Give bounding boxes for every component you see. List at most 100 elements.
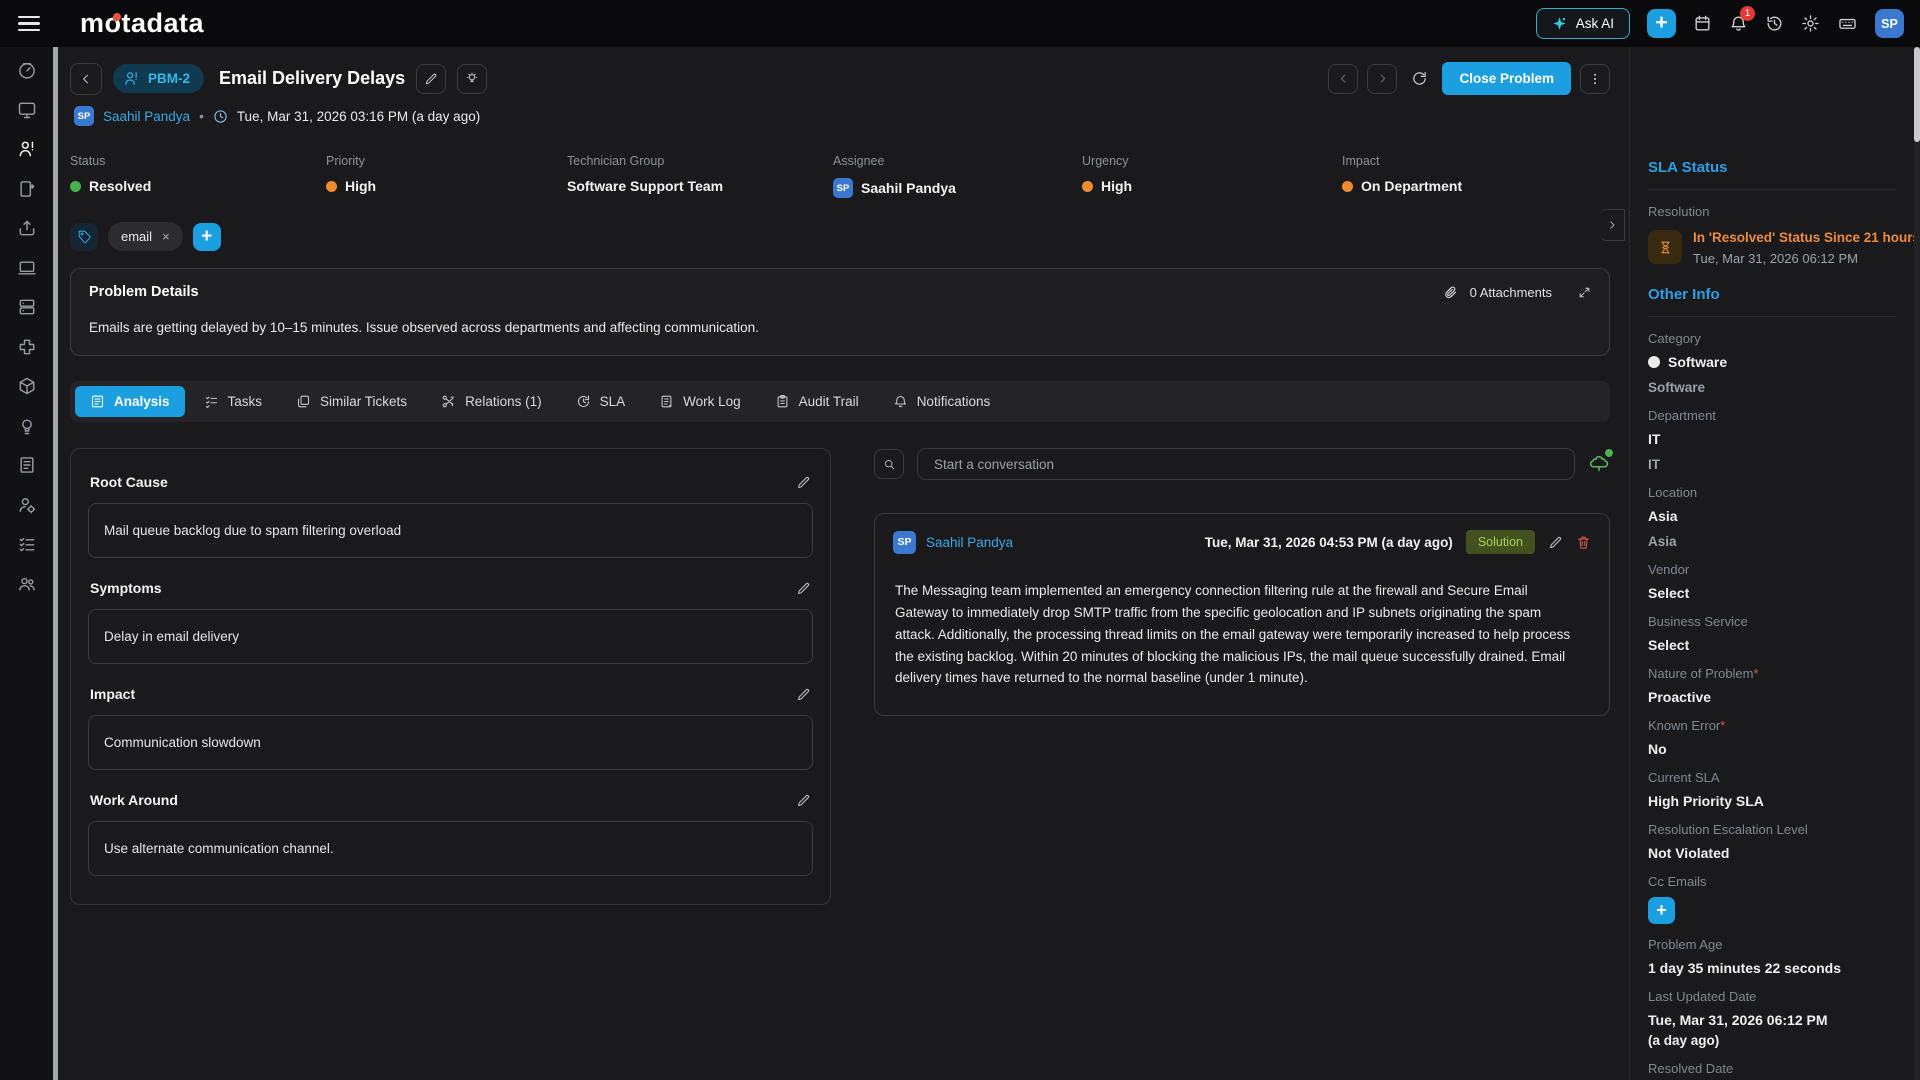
root-cause-value[interactable]: Mail queue backlog due to spam filtering… — [88, 503, 813, 558]
clock-icon — [213, 109, 228, 124]
ticket-id-badge[interactable]: PBM-2 — [113, 64, 204, 93]
top-navbar: motadata Ask AI + 1 SP — [0, 0, 1920, 47]
dashboard-icon[interactable] — [17, 60, 37, 80]
tab-audit-trail[interactable]: Audit Trail — [760, 386, 874, 417]
tab-sla[interactable]: SLA — [561, 386, 641, 417]
right-info-sidebar: SLA Status Resolution In 'Resolved' Stat… — [1629, 47, 1914, 1080]
problem-module-icon[interactable] — [17, 139, 37, 159]
created-timestamp: Tue, Mar 31, 2026 03:16 PM (a day ago) — [237, 109, 480, 124]
assignee-avatar: SP — [833, 178, 853, 198]
author-name-link[interactable]: Saahil Pandya — [103, 109, 190, 124]
field-urgency: Urgency High — [1082, 154, 1342, 198]
info-resolved-date: Resolved Date Tue, Mar 31, 2026 06:12 PM — [1648, 1061, 1896, 1080]
close-problem-button[interactable]: Close Problem — [1442, 62, 1571, 95]
tasks-icon[interactable] — [17, 534, 37, 554]
urgency-dot — [1082, 181, 1093, 192]
tab-analysis[interactable]: Analysis — [75, 386, 185, 417]
symptoms-value[interactable]: Delay in email delivery — [88, 609, 813, 664]
keyboard-icon[interactable] — [1837, 14, 1858, 33]
quick-reply-icon[interactable] — [1588, 453, 1610, 475]
symptoms-field: Symptoms Delay in email delivery — [88, 580, 813, 664]
change-icon[interactable] — [17, 179, 37, 199]
page-title: Email Delivery Delays — [219, 68, 405, 89]
settings-gear-icon[interactable] — [1801, 14, 1820, 33]
ask-ai-button[interactable]: Ask AI — [1536, 8, 1630, 39]
info-business-service: Business Service Select — [1648, 614, 1896, 653]
tag-chip-email[interactable]: email × — [108, 222, 183, 251]
create-new-button[interactable]: + — [1647, 9, 1676, 38]
add-tag-button[interactable]: + — [193, 223, 221, 251]
left-navigation-rail — [0, 47, 53, 1080]
tab-similar-tickets[interactable]: Similar Tickets — [281, 386, 422, 417]
edit-title-button[interactable] — [416, 64, 446, 94]
work-around-value[interactable]: Use alternate communication channel. — [88, 821, 813, 876]
edit-message-icon[interactable] — [1548, 535, 1563, 550]
solution-badge[interactable]: Solution — [1466, 530, 1535, 554]
conversation-input[interactable] — [917, 448, 1575, 480]
work-around-field: Work Around Use alternate communication … — [88, 792, 813, 876]
problem-details-title: Problem Details — [89, 284, 199, 300]
workspace-icon[interactable] — [17, 100, 37, 120]
info-nature-of-problem: Nature of Problem* Proactive — [1648, 666, 1896, 705]
edit-symptoms-icon[interactable] — [796, 581, 811, 596]
add-cc-email-button[interactable]: + — [1648, 897, 1675, 924]
app-logo: motadata — [80, 8, 204, 39]
user-settings-icon[interactable] — [17, 495, 37, 515]
hamburger-menu-icon[interactable] — [18, 12, 40, 36]
patch-icon[interactable] — [17, 337, 37, 357]
notifications-bell-icon[interactable]: 1 — [1729, 14, 1748, 33]
asset-icon[interactable] — [17, 258, 37, 278]
user-avatar[interactable]: SP — [1875, 9, 1904, 38]
paperclip-icon — [1443, 285, 1458, 300]
more-options-button[interactable] — [1580, 64, 1610, 94]
edit-root-cause-icon[interactable] — [796, 475, 811, 490]
notification-count-badge: 1 — [1740, 6, 1755, 21]
tab-work-log[interactable]: Work Log — [644, 386, 756, 417]
search-conversation-button[interactable] — [874, 449, 904, 479]
next-ticket-button[interactable] — [1367, 64, 1397, 94]
problem-details-body: Emails are getting delayed by 10–15 minu… — [89, 320, 1591, 335]
hourglass-icon — [1648, 230, 1682, 264]
solution-message-body: The Messaging team implemented an emerge… — [893, 580, 1583, 689]
tab-notifications[interactable]: Notifications — [878, 386, 1006, 417]
prev-ticket-button[interactable] — [1328, 64, 1358, 94]
tab-tasks[interactable]: Tasks — [189, 386, 278, 417]
calendar-icon[interactable] — [1693, 14, 1712, 33]
field-status: Status Resolved — [70, 154, 326, 198]
expand-icon[interactable] — [1578, 286, 1591, 299]
field-impact: Impact On Department — [1342, 154, 1610, 198]
sidebar-collapse-chevron[interactable] — [1599, 209, 1625, 241]
release-icon[interactable] — [17, 218, 37, 238]
package-icon[interactable] — [17, 376, 37, 396]
insights-bulb-button[interactable] — [457, 64, 487, 94]
author-avatar: SP — [74, 106, 94, 126]
field-assignee: Assignee SPSaahil Pandya — [833, 154, 1082, 198]
edit-impact-icon[interactable] — [796, 687, 811, 702]
teams-icon[interactable] — [17, 574, 37, 594]
info-department: Department IT IT — [1648, 408, 1896, 472]
left-scrollbar[interactable] — [53, 47, 58, 1080]
report-icon[interactable] — [17, 455, 37, 475]
insight-icon[interactable] — [17, 416, 37, 436]
problem-person-icon — [123, 70, 140, 87]
tag-icon[interactable] — [70, 223, 98, 251]
delete-message-icon[interactable] — [1576, 535, 1591, 550]
back-button[interactable] — [70, 63, 102, 95]
inventory-icon[interactable] — [17, 297, 37, 317]
page-scrollbar[interactable] — [1914, 47, 1920, 1080]
sla-status-heading: SLA Status — [1648, 159, 1896, 176]
impact-value[interactable]: Communication slowdown — [88, 715, 813, 770]
history-icon[interactable] — [1765, 14, 1784, 33]
info-vendor: Vendor Select — [1648, 562, 1896, 601]
tab-relations[interactable]: Relations (1) — [426, 386, 557, 417]
edit-work-around-icon[interactable] — [796, 793, 811, 808]
resolution-status-text[interactable]: In 'Resolved' Status Since 21 hours ... — [1693, 230, 1914, 245]
analysis-panel: Root Cause Mail queue backlog due to spa… — [70, 448, 831, 905]
info-cc-emails: Cc Emails + — [1648, 874, 1896, 924]
refresh-icon[interactable] — [1411, 70, 1428, 87]
message-author-name[interactable]: Saahil Pandya — [926, 535, 1013, 550]
remove-tag-icon[interactable]: × — [162, 229, 170, 244]
info-category: Category Software Software — [1648, 331, 1896, 395]
attachments-count[interactable]: 0 Attachments — [1470, 285, 1552, 300]
solution-message-card: SP Saahil Pandya Tue, Mar 31, 2026 04:53… — [874, 513, 1610, 716]
